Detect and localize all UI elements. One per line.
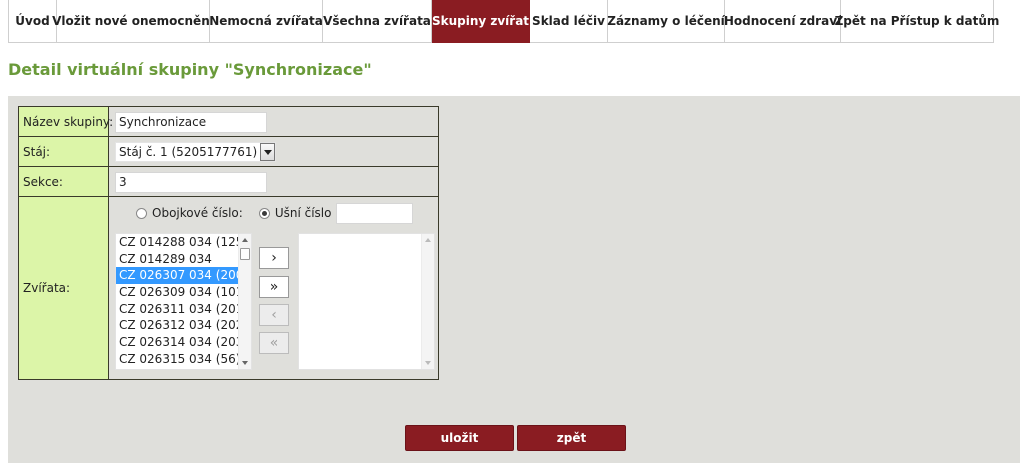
remove-selected-button[interactable]: ‹ (259, 304, 289, 326)
row-barn: Stáj: Stáj č. 1 (5205177761) (19, 137, 438, 167)
scroll-up-icon[interactable] (425, 238, 431, 242)
top-navigation: Úvod Vložit nové onemocnění Nemocná zvíř… (8, 0, 999, 43)
content-panel: Název skupiny: Synchronizace Stáj: Stáj … (8, 96, 1020, 463)
chosen-list-scrollbar[interactable] (421, 234, 434, 369)
back-button[interactable]: zpět (517, 425, 626, 451)
add-selected-button[interactable]: › (259, 247, 289, 269)
row-group-name: Název skupiny: Synchronizace (19, 107, 438, 137)
barn-cell: Stáj č. 1 (5205177761) (110, 137, 438, 166)
tab-zaznamy-o-leceni[interactable]: Záznamy o léčení (607, 0, 725, 43)
tab-skupiny-zvirat[interactable]: Skupiny zvířat (432, 0, 530, 43)
section-cell: 3 (110, 167, 438, 196)
animals-label: Zvířata: (19, 197, 109, 379)
tab-sklad-leciv[interactable]: Sklad léčiv (530, 0, 608, 43)
barn-select-value: Stáj č. 1 (5205177761) (119, 145, 258, 159)
tab-vsechna-zvirata[interactable]: Všechna zvířata (323, 0, 432, 43)
radio-collar-number[interactable] (136, 207, 147, 219)
radio-ear-number-label: Ušní číslo (274, 206, 332, 220)
available-animals-list[interactable]: CZ 014288 034 (125) CZ 014289 034 CZ 02630… (115, 233, 252, 370)
tab-uvod[interactable]: Úvod (8, 0, 57, 43)
tab-zpet-na-pristup-k-datum[interactable]: Zpět na Přístup k datům (835, 0, 999, 43)
tab-vlozit-nove-onemocneni[interactable]: Vložit nové onemocnění (52, 0, 214, 43)
animal-filter-input[interactable] (336, 203, 413, 224)
available-animals-items: CZ 014288 034 (125) CZ 014289 034 CZ 02630… (116, 234, 251, 368)
chevron-down-icon (263, 149, 272, 155)
remove-all-button[interactable]: « (259, 332, 289, 354)
id-type-radio-group: Obojkové číslo: Ušní číslo (136, 205, 331, 221)
scroll-thumb[interactable] (240, 248, 250, 260)
list-item[interactable]: CZ 014288 034 (125) (116, 234, 251, 251)
radio-collar-number-label: Obojkové číslo: (152, 206, 243, 220)
group-form: Název skupiny: Synchronizace Stáj: Stáj … (18, 106, 439, 380)
tab-hodnoceni-zdravi[interactable]: Hodnocení zdraví (724, 0, 841, 43)
row-section: Sekce: 3 (19, 167, 438, 197)
group-name-cell: Synchronizace (110, 107, 438, 136)
group-name-input[interactable]: Synchronizace (115, 112, 267, 133)
scroll-up-icon[interactable] (242, 238, 248, 242)
barn-select[interactable]: Stáj č. 1 (5205177761) (115, 142, 277, 162)
save-button[interactable]: uložit (405, 425, 514, 451)
available-list-scrollbar[interactable] (238, 234, 251, 369)
list-item[interactable]: CZ 026309 034 (101) (116, 284, 251, 301)
group-name-label: Název skupiny: (19, 107, 113, 136)
list-item[interactable]: CZ 026311 034 (201) (116, 301, 251, 318)
animals-cell: Obojkové číslo: Ušní číslo CZ 014288 034… (110, 197, 438, 379)
add-all-button[interactable]: » (259, 276, 289, 298)
scroll-down-icon[interactable] (425, 361, 431, 365)
barn-label: Stáj: (19, 137, 109, 166)
section-input[interactable]: 3 (115, 172, 267, 193)
list-item[interactable]: CZ 026312 034 (202) (116, 317, 251, 334)
list-item[interactable]: CZ 026314 034 (203) (116, 334, 251, 351)
list-item[interactable]: CZ 014289 034 (116, 251, 251, 268)
radio-ear-number[interactable] (258, 207, 270, 219)
row-animals: Zvířata: Obojkové číslo: Ušní číslo CZ 0… (19, 197, 438, 379)
list-item[interactable]: CZ 026307 034 (200) (116, 267, 251, 285)
barn-select-button[interactable] (260, 143, 276, 161)
chosen-animals-list[interactable] (298, 233, 435, 370)
page-title: Detail virtuální skupiny "Synchronizace" (8, 60, 372, 79)
list-item[interactable]: CZ 026315 034 (56) (116, 351, 251, 368)
section-label: Sekce: (19, 167, 109, 196)
tab-nemocna-zvirata[interactable]: Nemocná zvířata (209, 0, 323, 43)
scroll-down-icon[interactable] (242, 361, 248, 365)
